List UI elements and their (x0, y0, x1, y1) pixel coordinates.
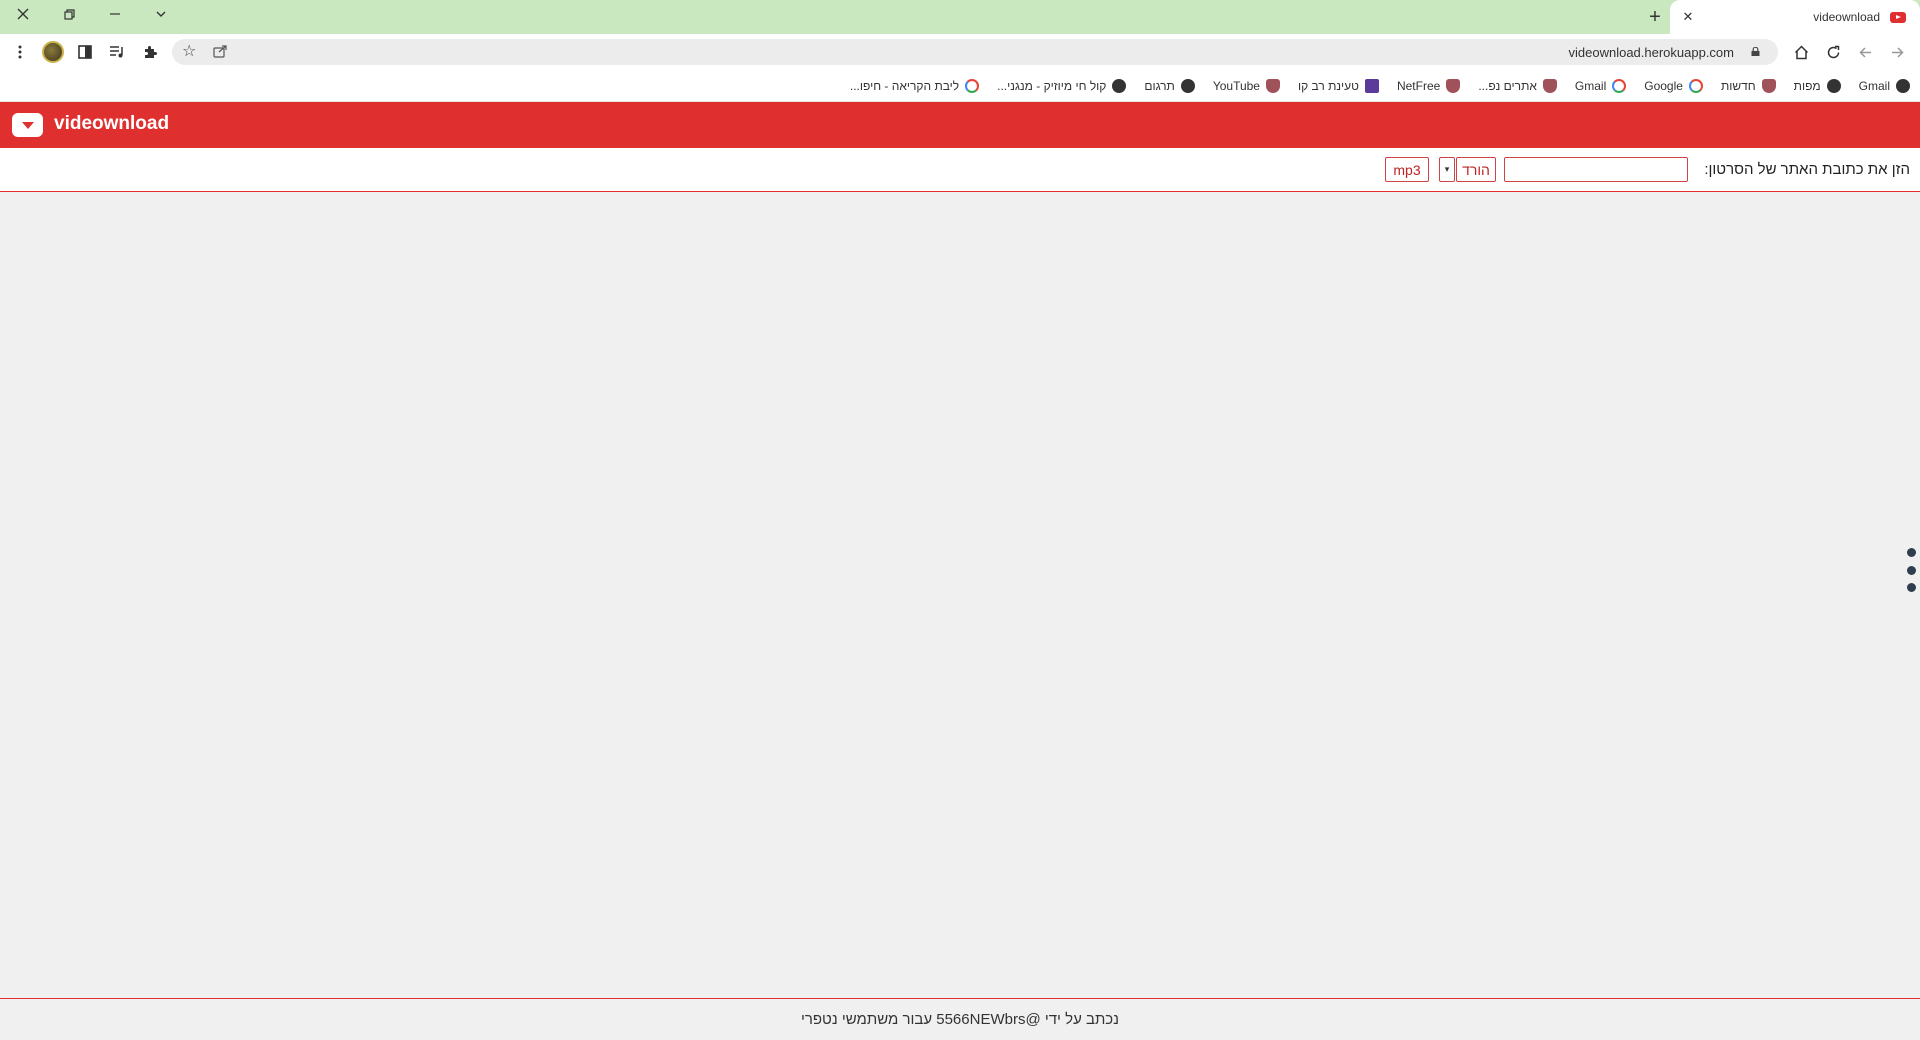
globe-icon (1180, 79, 1195, 93)
google-icon (965, 79, 980, 93)
profile-avatar[interactable] (41, 40, 65, 64)
bookmark-item[interactable]: טעינת רב קו (1298, 79, 1379, 93)
shield-icon (1761, 79, 1776, 93)
footer-credit: נכתב על ידי @5566NEWbrs עבור משתמשי נטפר… (800, 1011, 1120, 1028)
chevron-down-icon: ▾ (1444, 164, 1450, 174)
bookmark-item[interactable]: קול חי מיוזיק - מנגני... (997, 79, 1127, 93)
bookmark-label: תרגום (1144, 79, 1175, 93)
youtube-logo-icon (12, 113, 43, 137)
bookmark-item[interactable]: NetFree (1396, 79, 1461, 93)
tab-strip: + videownload ✕ (0, 0, 1920, 34)
browser-toolbar: ☆ videownload.herokuapp.com (0, 34, 1920, 70)
globe-icon (1896, 79, 1910, 93)
tab-videownload[interactable]: videownload ✕ (1670, 0, 1920, 34)
bookmark-item[interactable]: ליבת הקריאה - חיפו... (849, 79, 980, 93)
restore-window-button[interactable] (46, 0, 92, 28)
share-icon[interactable] (212, 44, 228, 58)
dot (1906, 583, 1916, 592)
bookmark-label: Google (1644, 79, 1683, 93)
close-icon (17, 8, 29, 20)
media-control-icon[interactable] (105, 40, 129, 64)
tab-close-icon[interactable]: ✕ (1680, 9, 1696, 25)
download-form: הזן את כתובת האתר של הסרטון: הורד ▾ mp3 (0, 148, 1920, 192)
page-content: videownload הזן את כתובת האתר של הסרטון:… (0, 102, 1920, 1040)
bookmark-label: חדשות (1720, 79, 1756, 93)
page-footer: נכתב על ידי @5566NEWbrs עבור משתמשי נטפר… (0, 998, 1920, 1040)
bookmark-label: טעינת רב קו (1297, 79, 1359, 93)
app-title: videownload (54, 113, 170, 134)
format-dropdown-button[interactable]: ▾ (1439, 157, 1455, 182)
close-window-button[interactable] (0, 0, 46, 28)
bookmark-item[interactable]: Gmail (1574, 79, 1627, 93)
bookmark-item[interactable]: מפות (1794, 79, 1841, 93)
bookmark-list: Gmail מפות חדשות Google Gmail אתרים נפ... NetF… (850, 70, 1910, 102)
bookmark-item[interactable]: Gmail (1859, 79, 1910, 93)
restore-icon (63, 8, 75, 20)
bookmark-star-icon[interactable]: ☆ (182, 41, 196, 61)
bookmark-label: ליבת הקריאה - חיפו... (849, 79, 960, 93)
minimize-window-button[interactable] (92, 0, 138, 28)
url-field-label: הזן את כתובת האתר של הסרטון: (1704, 161, 1910, 178)
tab-title: videownload (1813, 10, 1880, 24)
app-icon (1364, 79, 1379, 93)
shield-icon (1265, 79, 1280, 93)
bookmark-item[interactable]: אתרים נפ... (1478, 79, 1557, 93)
bookmark-label: אתרים נפ... (1478, 79, 1537, 93)
bookmark-item[interactable]: חדשות (1721, 79, 1776, 93)
shield-icon (1542, 79, 1557, 93)
dot (1906, 548, 1916, 557)
shield-icon (1446, 79, 1461, 93)
bookmark-label: Gmail (1574, 79, 1607, 93)
chevron-down-icon (156, 11, 166, 17)
mp3-button[interactable]: mp3 (1385, 157, 1429, 182)
download-button[interactable]: הורד (1456, 157, 1496, 182)
google-icon (1688, 79, 1703, 93)
back-icon[interactable] (1853, 40, 1877, 64)
globe-icon (1826, 79, 1841, 93)
tab-search-button[interactable] (138, 0, 184, 28)
home-icon[interactable] (1789, 40, 1813, 64)
minimize-icon (110, 13, 120, 15)
bookmark-label: YouTube (1212, 79, 1260, 93)
menu-kebab-icon[interactable] (8, 40, 32, 64)
url-text[interactable]: videownload.herokuapp.com (1569, 45, 1735, 60)
bookmark-item[interactable]: תרגום (1144, 79, 1195, 93)
bookmarks-bar: Gmail מפות חדשות Google Gmail אתרים נפ... NetF… (0, 70, 1920, 102)
floating-menu-dots-icon[interactable] (1906, 548, 1916, 592)
forward-icon[interactable] (1885, 40, 1909, 64)
bookmark-label: קול חי מיוזיק - מנגני... (997, 79, 1107, 93)
bookmark-label: מפות (1793, 79, 1821, 93)
dot (1906, 565, 1916, 575)
bookmark-item[interactable]: Google (1644, 79, 1703, 93)
reload-icon[interactable] (1821, 40, 1845, 64)
lock-icon[interactable] (1751, 47, 1760, 56)
bookmark-label: Gmail (1858, 79, 1890, 93)
side-panel-icon[interactable] (73, 40, 97, 64)
youtube-favicon-icon (1890, 11, 1906, 23)
app-header: videownload (0, 102, 1920, 148)
extensions-puzzle-icon[interactable] (138, 40, 162, 64)
globe-icon (1112, 79, 1127, 93)
address-bar[interactable]: ☆ videownload.herokuapp.com (172, 39, 1778, 65)
bookmark-item[interactable]: YouTube (1213, 79, 1280, 93)
google-icon (1612, 79, 1627, 93)
bookmark-label: NetFree (1396, 79, 1441, 93)
video-url-input[interactable] (1504, 157, 1688, 182)
new-tab-button[interactable]: + (1644, 6, 1666, 28)
